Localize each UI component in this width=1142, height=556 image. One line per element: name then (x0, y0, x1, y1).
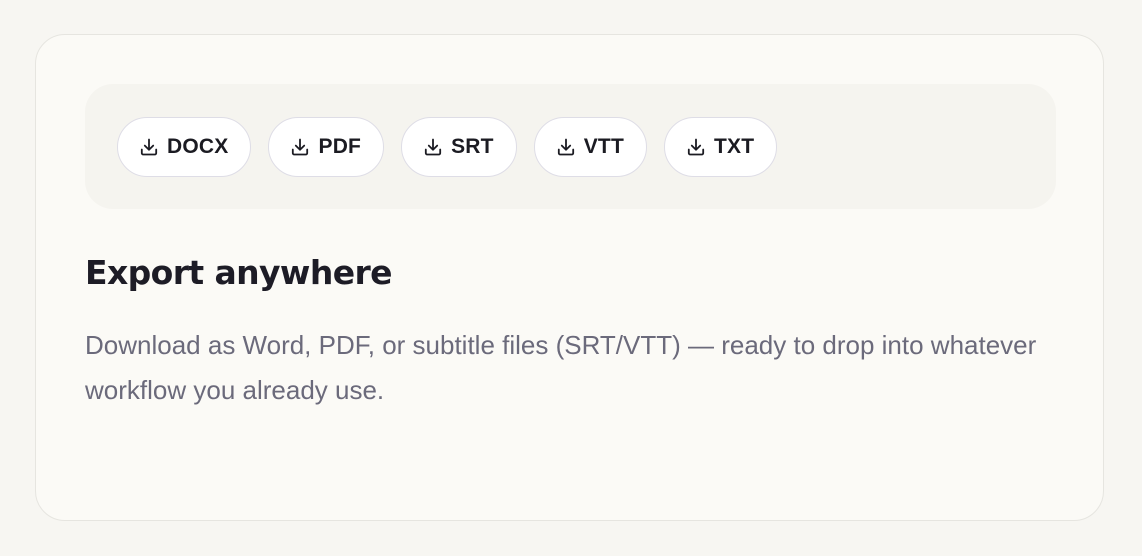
download-srt-button[interactable]: SRT (401, 116, 517, 177)
download-icon (290, 137, 310, 157)
download-icon (686, 137, 706, 157)
feature-description: Download as Word, PDF, or subtitle files… (85, 330, 1037, 405)
download-icon (423, 137, 443, 157)
download-docx-button[interactable]: DOCX (117, 116, 252, 177)
download-srt-label: SRT (451, 134, 494, 158)
download-icon (556, 137, 576, 157)
download-pdf-button[interactable]: PDF (268, 116, 385, 177)
download-txt-button[interactable]: TXT (663, 116, 778, 177)
download-vtt-label: VTT (583, 134, 624, 158)
export-format-strip: DOCX PDF SRT VTT TXT (85, 84, 1056, 209)
feature-title: Export anywhere (85, 253, 393, 292)
download-icon (139, 137, 159, 157)
download-txt-label: TXT (713, 134, 755, 158)
download-vtt-button[interactable]: VTT (533, 116, 647, 177)
download-docx-label: DOCX (167, 134, 229, 158)
download-pdf-label: PDF (318, 134, 362, 158)
export-feature-card: DOCX PDF SRT VTT TXT Export anywhere Dow… (35, 34, 1104, 521)
